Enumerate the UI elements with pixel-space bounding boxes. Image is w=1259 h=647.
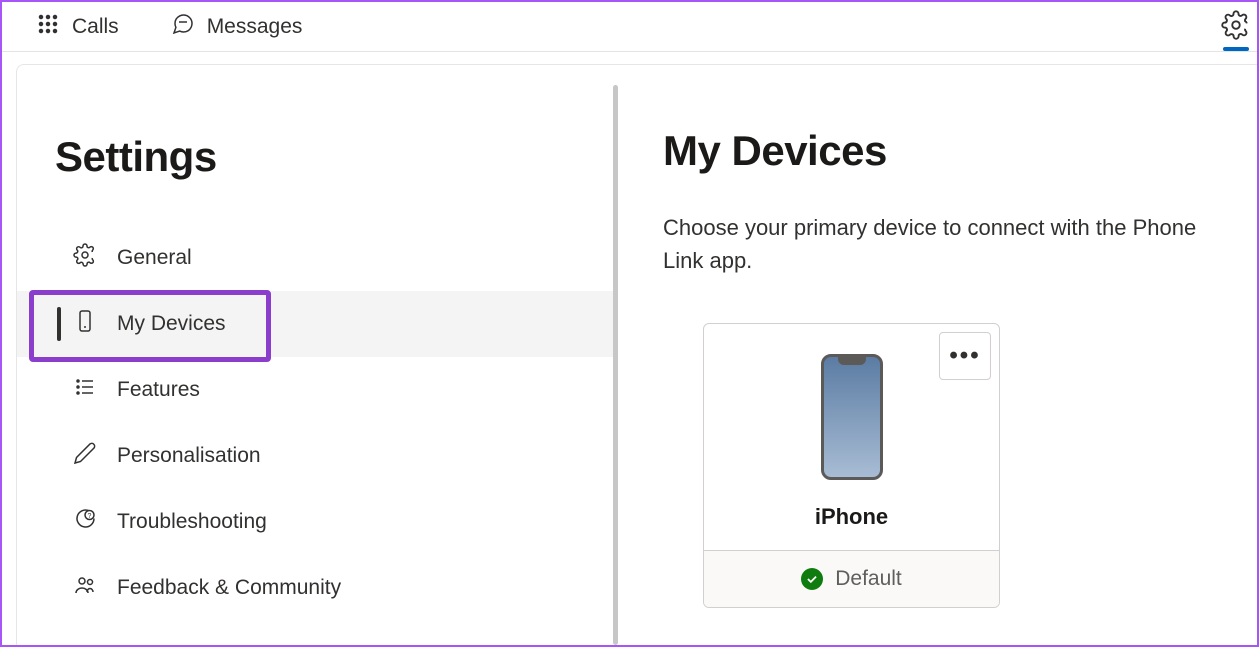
- tab-label: Messages: [207, 15, 303, 39]
- page-description: Choose your primary device to connect wi…: [663, 211, 1221, 277]
- device-status-bar: Default: [704, 550, 999, 607]
- device-more-button[interactable]: •••: [939, 332, 991, 380]
- sidebar-title: Settings: [55, 133, 613, 181]
- svg-text:?: ?: [88, 513, 92, 520]
- people-icon: [73, 573, 97, 603]
- settings-sidebar: Settings General My Devices Features: [17, 65, 613, 645]
- device-status-label: Default: [835, 567, 902, 591]
- tab-label: Calls: [72, 15, 119, 39]
- nav-item-features[interactable]: Features: [17, 357, 613, 423]
- page-title: My Devices: [663, 127, 1221, 175]
- nav-item-label: General: [117, 246, 192, 270]
- nav-item-label: Troubleshooting: [117, 510, 267, 534]
- nav-item-label: Features: [117, 378, 200, 402]
- check-circle-icon: [801, 568, 823, 590]
- list-icon: [73, 375, 97, 405]
- nav-item-label: Feedback & Community: [117, 576, 341, 600]
- active-indicator: [57, 307, 61, 341]
- tab-calls[interactable]: Calls: [22, 4, 133, 50]
- tab-messages[interactable]: Messages: [157, 4, 317, 50]
- nav-item-my-devices[interactable]: My Devices: [17, 291, 613, 357]
- pen-icon: [73, 441, 97, 471]
- settings-gear-button[interactable]: [1221, 10, 1251, 45]
- nav-item-personalisation[interactable]: Personalisation: [17, 423, 613, 489]
- active-tab-indicator: [1223, 47, 1249, 51]
- nav-item-label: My Devices: [117, 312, 226, 336]
- phone-icon: [73, 309, 97, 339]
- nav-item-general[interactable]: General: [17, 225, 613, 291]
- gear-icon: [73, 243, 97, 273]
- device-name: iPhone: [815, 504, 888, 530]
- app-topbar: Calls Messages: [2, 2, 1257, 52]
- device-image: [821, 354, 883, 480]
- nav-item-troubleshooting[interactable]: ? Troubleshooting: [17, 489, 613, 555]
- settings-nav: General My Devices Features Persona: [17, 225, 613, 621]
- help-icon: ?: [73, 507, 97, 537]
- device-card-body: ••• iPhone: [704, 324, 999, 550]
- chat-icon: [171, 12, 195, 42]
- nav-item-label: Personalisation: [117, 444, 261, 468]
- nav-item-feedback[interactable]: Feedback & Community: [17, 555, 613, 621]
- dialpad-icon: [36, 12, 60, 42]
- device-card[interactable]: ••• iPhone Default: [703, 323, 1000, 608]
- panel-divider: [613, 85, 618, 645]
- main-content: My Devices Choose your primary device to…: [613, 65, 1257, 645]
- settings-panel: Settings General My Devices Features: [16, 64, 1257, 645]
